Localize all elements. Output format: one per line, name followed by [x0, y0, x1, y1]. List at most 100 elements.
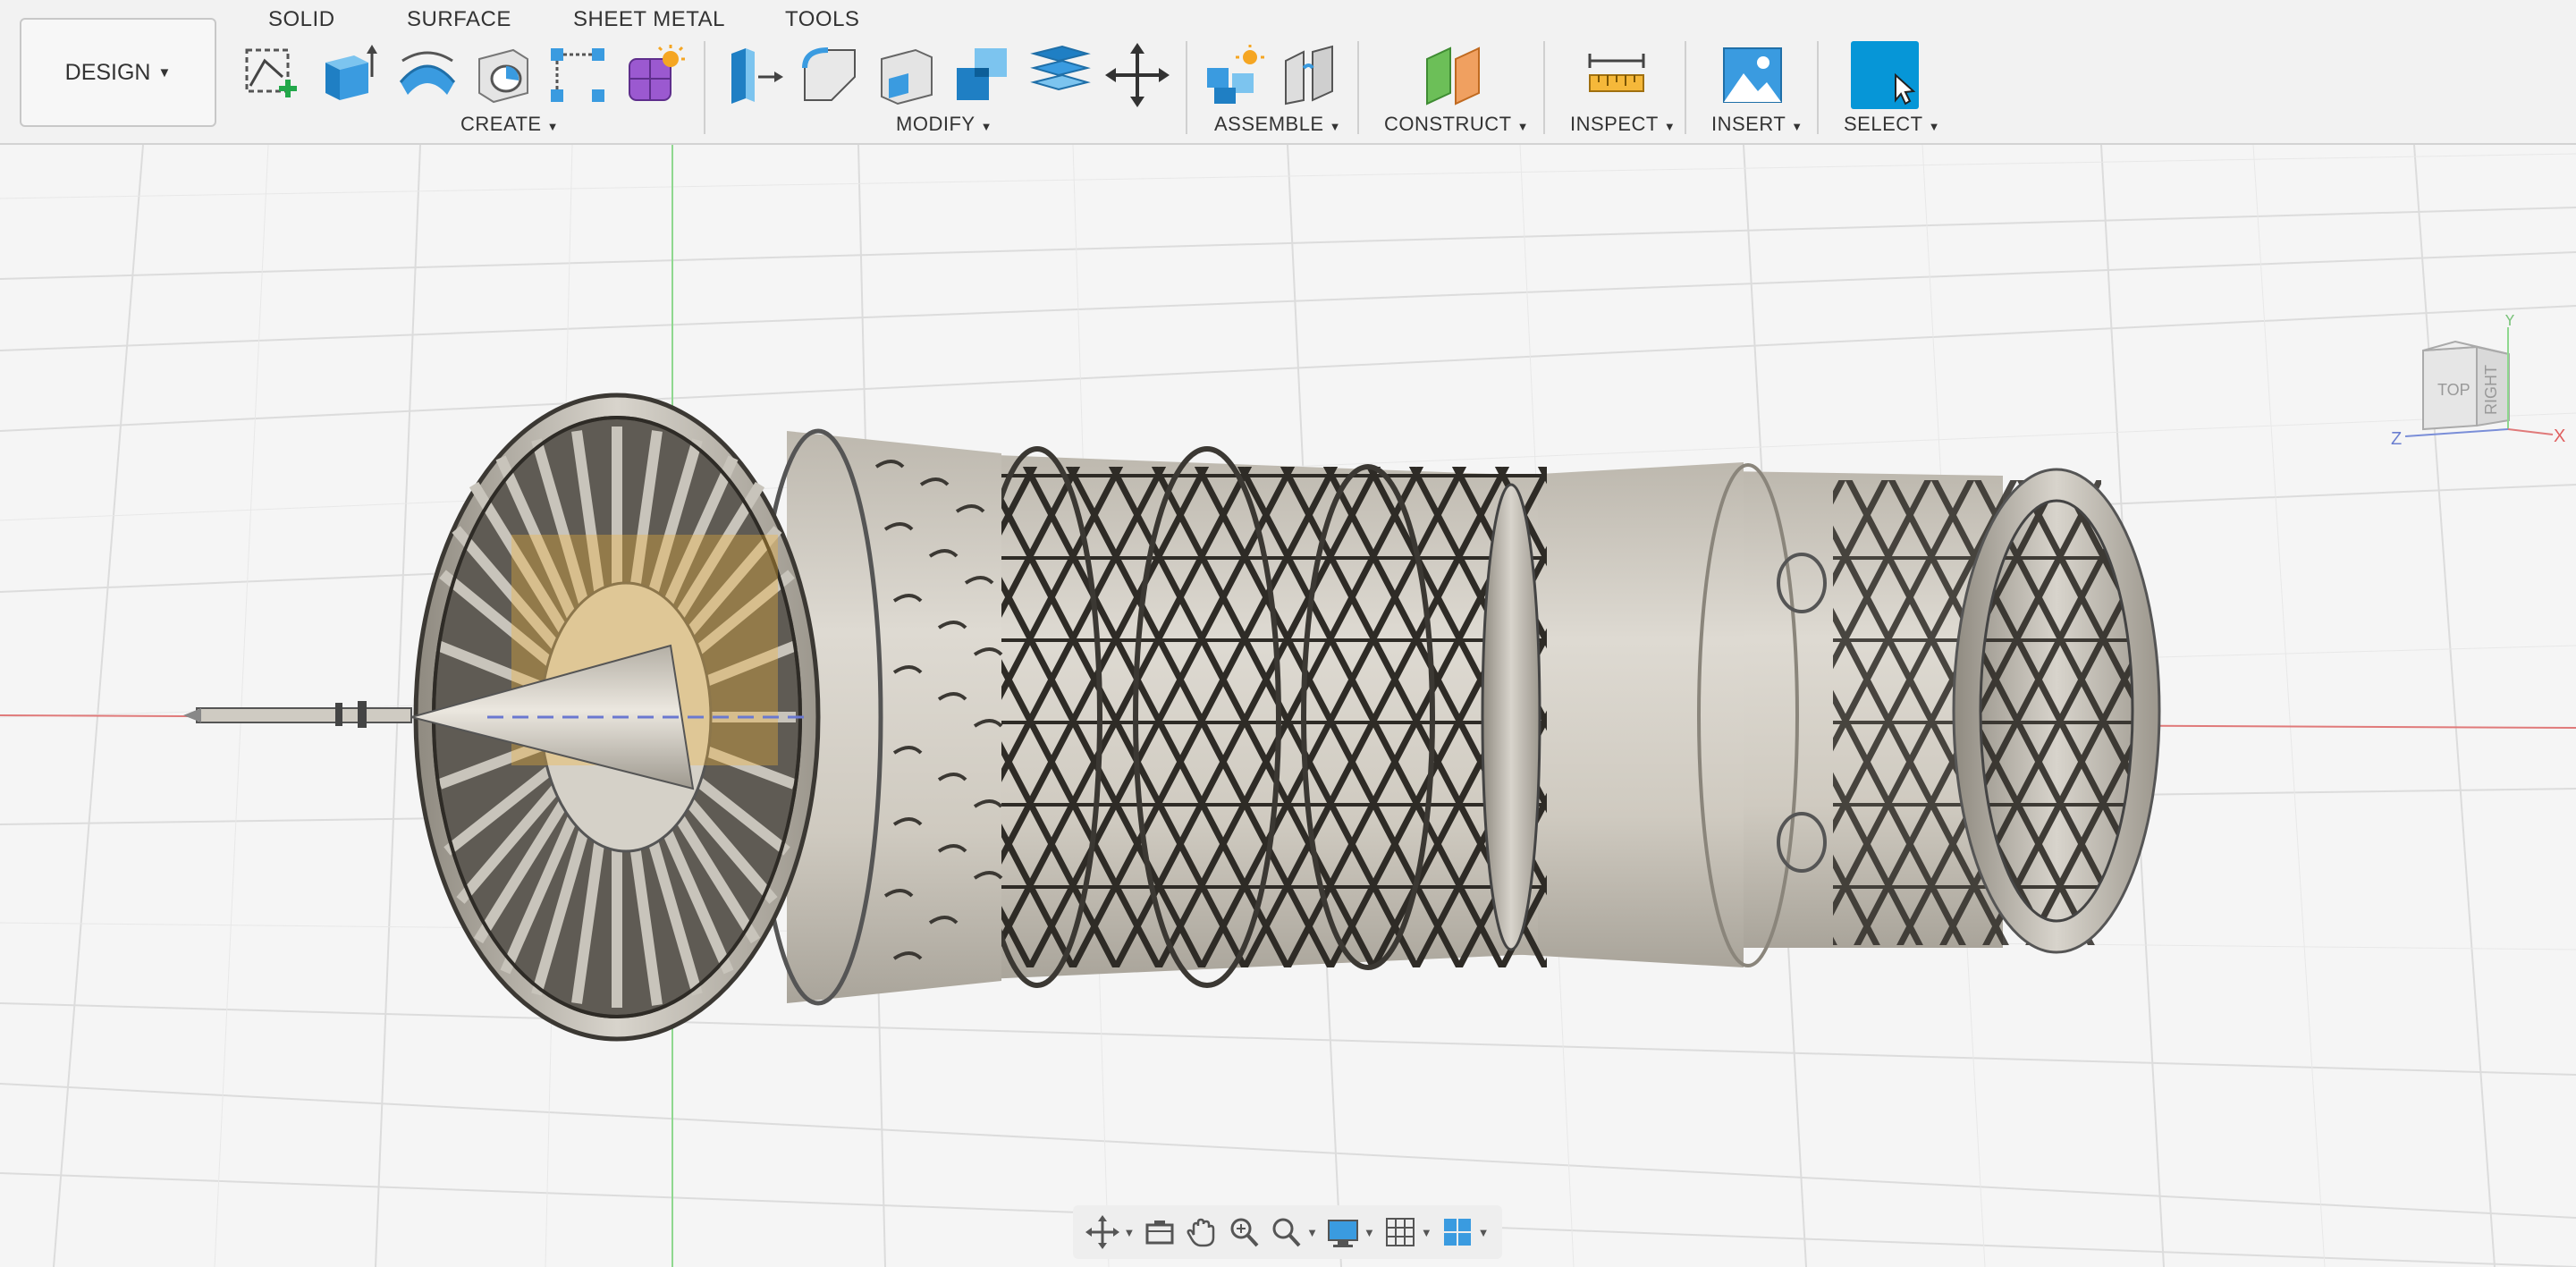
chevron-down-icon: ▼ [1306, 1225, 1319, 1239]
toolbar-divider [1357, 41, 1359, 134]
toolbar-divider [1543, 41, 1545, 134]
measure-icon [1588, 54, 1645, 92]
orbit-button[interactable]: ▼ [1085, 1215, 1135, 1249]
toolbar: DESIGN ▼ SOLID SURFACE SHEET METAL TOOLS [0, 0, 2576, 145]
measure-button[interactable] [1583, 41, 1651, 109]
assemble-menu[interactable]: ASSEMBLE ▼ [1214, 113, 1341, 136]
create-label: CREATE [460, 113, 542, 135]
zoom-icon [1230, 1218, 1259, 1247]
navigation-bar: ▼ ▼ ▼ ▼ ▼ [1073, 1205, 1502, 1259]
create-sketch-icon [245, 48, 297, 97]
insert-label: INSERT [1711, 113, 1786, 135]
viewports-icon [1443, 1219, 1471, 1246]
select-menu[interactable]: SELECT ▼ [1844, 113, 1940, 136]
construct-menu[interactable]: CONSTRUCT ▼ [1384, 113, 1529, 136]
shell-button[interactable] [873, 41, 941, 109]
chevron-down-icon: ▼ [1663, 120, 1677, 133]
grid-settings-icon [1385, 1218, 1415, 1246]
chevron-down-icon: ▼ [1420, 1225, 1432, 1239]
modify-menu[interactable]: MODIFY ▼ [896, 113, 992, 136]
press-pull-button[interactable] [719, 41, 787, 109]
toolbar-divider [1186, 41, 1187, 134]
joint-button[interactable] [1277, 41, 1345, 109]
look-at-icon [1145, 1221, 1174, 1245]
extrude-button[interactable] [315, 41, 383, 109]
tab-surface[interactable]: SURFACE [407, 7, 511, 32]
construct-label: CONSTRUCT [1384, 113, 1512, 135]
tab-tools[interactable]: TOOLS [785, 7, 859, 32]
chevron-down-icon: ▼ [980, 120, 992, 133]
press-pull-icon [731, 48, 783, 104]
canvas-viewport[interactable]: TOP RIGHT Y X Z [0, 145, 2576, 1267]
combine-button[interactable] [950, 41, 1018, 109]
select-label: SELECT [1844, 113, 1923, 135]
compressor-lattice-section [948, 446, 1547, 988]
chevron-down-icon: ▼ [157, 64, 172, 80]
create-menu[interactable]: CREATE ▼ [460, 113, 559, 136]
plane-icon [1426, 46, 1480, 106]
pan-button[interactable] [1185, 1215, 1219, 1249]
insert-image-icon [1723, 47, 1782, 103]
revolve-button[interactable] [393, 41, 461, 109]
toolbar-divider [704, 41, 705, 134]
chevron-down-icon: ▼ [1477, 1225, 1490, 1239]
chevron-down-icon: ▼ [1516, 120, 1529, 133]
chevron-down-icon: ▼ [1363, 1225, 1375, 1239]
create-form-icon [629, 45, 685, 101]
hole-icon [478, 48, 528, 104]
fit-button[interactable]: ▼ [1269, 1215, 1318, 1249]
select-button[interactable] [1851, 41, 1919, 109]
chevron-down-icon: ▼ [1791, 120, 1803, 133]
zoom-button[interactable] [1227, 1215, 1261, 1249]
display-settings-icon [1327, 1220, 1358, 1247]
insert-menu[interactable]: INSERT ▼ [1711, 113, 1803, 136]
create-sketch-button[interactable] [238, 41, 306, 109]
workspace-switcher-button[interactable]: DESIGN ▼ [20, 18, 216, 127]
joint-icon [1285, 45, 1333, 106]
rectangular-pattern-button[interactable] [544, 41, 612, 109]
view-cube-right-label[interactable]: RIGHT [2482, 365, 2500, 415]
rectangular-pattern-icon [551, 48, 604, 102]
move-copy-button[interactable] [1103, 41, 1171, 109]
select-icon [1895, 72, 1916, 106]
y-axis-label: Y [2504, 315, 2515, 329]
viewports-button[interactable]: ▼ [1440, 1215, 1490, 1249]
toolbar-divider [1817, 41, 1819, 134]
extrude-icon [325, 45, 377, 100]
pan-icon [1187, 1218, 1215, 1247]
x-axis-label: X [2554, 427, 2565, 446]
chevron-down-icon: ▼ [1329, 120, 1341, 133]
new-component-button[interactable] [1200, 41, 1268, 109]
fillet-icon [802, 47, 856, 101]
tab-sheet-metal[interactable]: SHEET METAL [573, 7, 725, 32]
z-axis-label: Z [2391, 429, 2402, 449]
tab-solid[interactable]: SOLID [268, 7, 335, 32]
chevron-down-icon: ▼ [1928, 120, 1940, 133]
model-scene[interactable] [0, 145, 2576, 1267]
offset-plane-button[interactable] [1026, 41, 1094, 109]
toolbar-divider [1685, 41, 1686, 134]
hole-button[interactable] [469, 41, 536, 109]
move-copy-icon [1105, 43, 1170, 107]
insert-image-button[interactable] [1719, 41, 1786, 109]
offset-plane-icon [1030, 45, 1091, 91]
inspect-label: INSPECT [1570, 113, 1659, 135]
inspect-menu[interactable]: INSPECT ▼ [1570, 113, 1676, 136]
create-form-button[interactable] [621, 41, 688, 109]
exhaust-section [1726, 468, 2161, 954]
fillet-button[interactable] [796, 41, 864, 109]
workspace-label: DESIGN [64, 59, 151, 85]
chevron-down-icon: ▼ [1123, 1225, 1136, 1239]
shell-icon [881, 48, 933, 106]
fit-icon [1272, 1218, 1301, 1247]
grid-settings-button[interactable]: ▼ [1383, 1215, 1432, 1249]
new-component-icon [1207, 45, 1264, 104]
view-cube[interactable]: TOP RIGHT Y X Z [2378, 315, 2566, 458]
combine-icon [957, 48, 1007, 100]
display-settings-button[interactable]: ▼ [1326, 1215, 1375, 1249]
view-cube-top-label[interactable]: TOP [2437, 381, 2470, 399]
modify-label: MODIFY [896, 113, 976, 135]
revolve-icon [399, 51, 456, 95]
plane-button[interactable] [1420, 41, 1488, 109]
look-at-button[interactable] [1143, 1215, 1177, 1249]
